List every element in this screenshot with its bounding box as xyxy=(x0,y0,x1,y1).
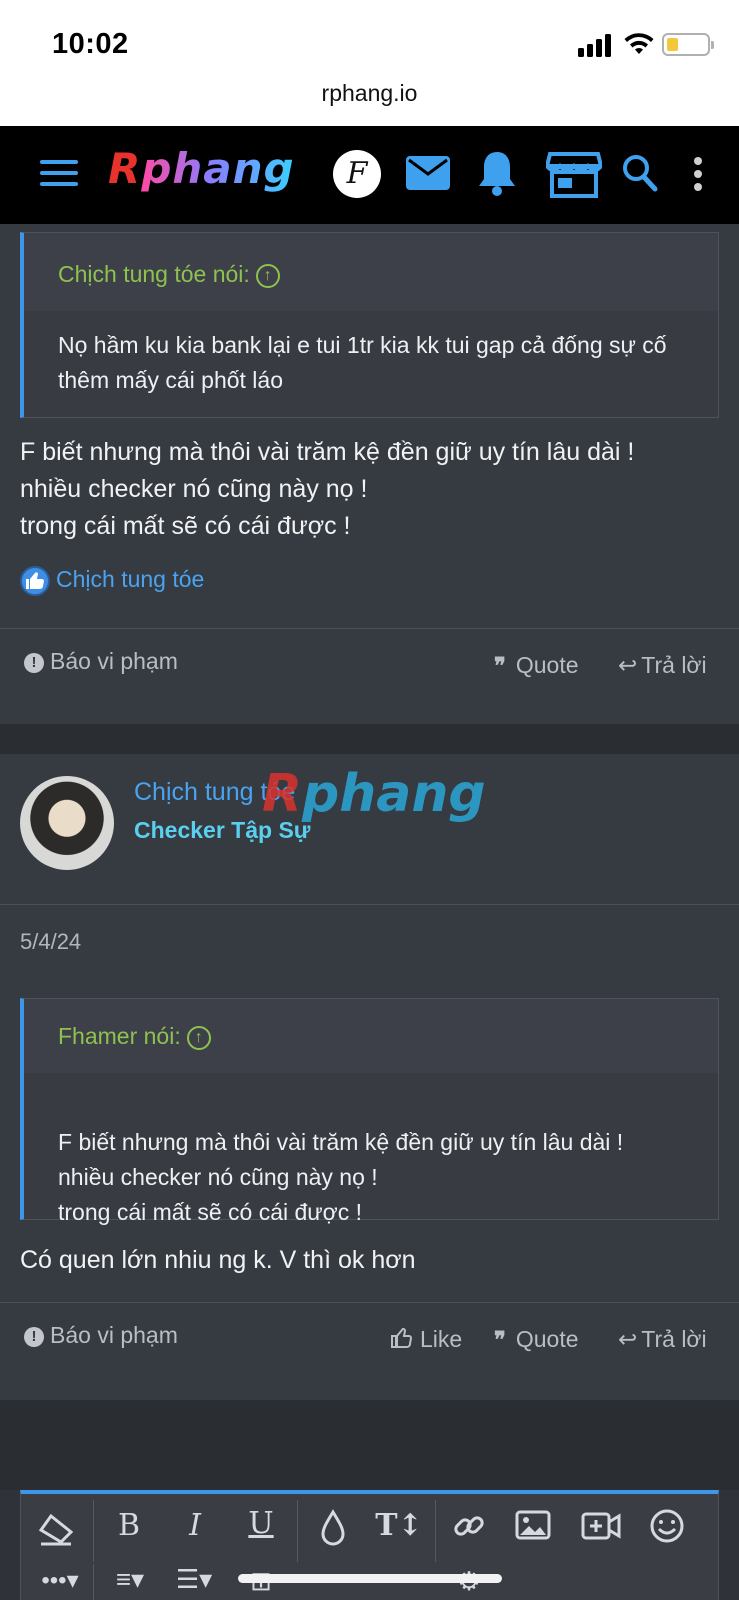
home-indicator xyxy=(238,1574,502,1583)
jump-to-quote-icon: ↑ xyxy=(186,1025,211,1050)
quote-button[interactable]: ❞ Quote xyxy=(494,652,579,679)
quote-block: Fhamer nói: ↑ F biết nhưng mà thôi vài tr… xyxy=(20,998,719,1225)
align-icon[interactable]: ≡▾ xyxy=(105,1564,155,1595)
bold-icon[interactable]: B xyxy=(109,1508,149,1543)
like-reaction-icon xyxy=(20,566,50,596)
forum-icon[interactable]: F xyxy=(333,150,381,198)
report-button[interactable]: ! Báo vi phạm xyxy=(24,648,178,675)
app-header: Rphang F xyxy=(0,126,739,224)
menu-icon[interactable] xyxy=(40,158,78,188)
link-icon[interactable] xyxy=(451,1508,487,1544)
alert-icon: ! xyxy=(24,1326,44,1347)
wifi-icon xyxy=(624,33,654,54)
avatar[interactable] xyxy=(20,776,114,870)
quote-author[interactable]: Fhamer nói: ↑ xyxy=(58,1023,211,1050)
thumbs-up-icon xyxy=(391,1327,413,1348)
watermark-logo: Rphang xyxy=(262,764,486,824)
report-button[interactable]: ! Báo vi phạm xyxy=(24,1322,178,1349)
italic-icon[interactable]: I xyxy=(175,1508,215,1543)
quote-button[interactable]: ❞ Quote xyxy=(494,1326,579,1353)
battery-icon xyxy=(662,33,714,56)
cellular-signal-icon xyxy=(578,33,614,57)
quote-icon: ❞ xyxy=(494,653,506,678)
post: Chịch tung tóe nói: ↑ Nọ hầm ku kia bank … xyxy=(0,224,739,724)
reply-editor-toolbar: B I U T↕ •••▾ ≡▾ ☰▾ ⊞ ⚙ xyxy=(20,1490,719,1600)
liked-by-name: Chịch tung tóe xyxy=(56,566,205,593)
color-drop-icon[interactable] xyxy=(317,1508,349,1548)
url-text: rphang.io xyxy=(321,80,418,106)
list-icon[interactable]: ☰▾ xyxy=(169,1564,219,1595)
store-icon[interactable] xyxy=(546,150,602,198)
reply-button[interactable]: ↩ Trả lời xyxy=(618,652,707,679)
more-icon[interactable] xyxy=(692,156,704,192)
image-icon[interactable] xyxy=(515,1510,551,1542)
address-bar[interactable]: rphang.io xyxy=(0,80,739,126)
divider xyxy=(0,628,739,629)
jump-to-quote-icon: ↑ xyxy=(255,263,280,288)
quote-text: Nọ hầm ku kia bank lại e tui 1tr kia kk … xyxy=(24,311,718,417)
reply-icon: ↩ xyxy=(618,1326,638,1352)
font-size-icon[interactable]: T↕ xyxy=(373,1508,425,1543)
status-bar: 10:02 xyxy=(0,0,739,88)
post-message: Có quen lớn nhiu ng k. V thì ok hơn xyxy=(20,1246,416,1274)
search-icon[interactable] xyxy=(622,154,658,192)
post-message: F biết nhưng mà thôi vài trăm kệ đền giữ… xyxy=(20,438,635,540)
reaction-summary[interactable]: Chịch tung tóe xyxy=(20,566,204,596)
post-separator xyxy=(0,724,739,754)
post-date[interactable]: 5/4/24 xyxy=(20,929,81,955)
reply-button[interactable]: ↩ Trả lời xyxy=(618,1326,707,1353)
quote-text: F biết nhưng mà thôi vài trăm kệ đền giữ… xyxy=(24,1073,718,1225)
site-logo[interactable]: Rphang xyxy=(108,144,295,193)
emoji-icon[interactable] xyxy=(649,1508,685,1544)
like-button[interactable]: Like xyxy=(390,1326,462,1353)
quote-block: Chịch tung tóe nói: ↑ Nọ hầm ku kia bank … xyxy=(20,232,719,418)
quote-author[interactable]: Chịch tung tóe nói: ↑ xyxy=(58,261,280,288)
divider xyxy=(0,1302,739,1303)
divider xyxy=(0,904,739,905)
mail-icon[interactable] xyxy=(406,156,450,190)
eraser-icon[interactable] xyxy=(37,1508,77,1548)
reply-icon: ↩ xyxy=(618,652,638,678)
bell-icon[interactable] xyxy=(478,150,516,196)
underline-icon[interactable]: U xyxy=(241,1506,281,1541)
status-time: 10:02 xyxy=(52,28,129,60)
video-icon[interactable] xyxy=(581,1510,621,1542)
quote-icon: ❞ xyxy=(494,1327,506,1352)
post-separator xyxy=(0,1400,739,1490)
more-options-icon[interactable]: •••▾ xyxy=(35,1566,85,1595)
post: Chịch tung tóe Checker Tập Sự Rphang 5/4… xyxy=(0,754,739,1400)
alert-icon: ! xyxy=(24,652,44,673)
